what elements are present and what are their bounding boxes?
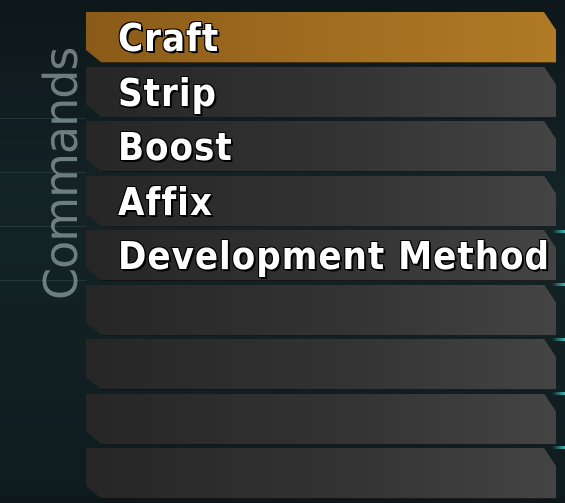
edge-glow-accent bbox=[552, 446, 565, 449]
menu-item-empty bbox=[86, 393, 556, 445]
menu-item-label: Strip bbox=[118, 70, 218, 115]
menu-item-label: Boost bbox=[118, 125, 233, 169]
edge-glow-accent bbox=[552, 283, 565, 286]
menu-item-craft[interactable]: Craft bbox=[86, 12, 556, 63]
menu-item-label: Development Method bbox=[118, 234, 551, 278]
menu-item-development-method[interactable]: Development Method bbox=[86, 230, 556, 281]
menu-item-strip[interactable]: Strip bbox=[86, 66, 556, 118]
command-menu: Craft Strip Boost Affix Development Meth… bbox=[86, 12, 556, 503]
commands-panel-title: Commands bbox=[34, 47, 88, 300]
edge-glow-accent bbox=[552, 338, 565, 341]
menu-item-boost[interactable]: Boost bbox=[86, 121, 556, 172]
menu-item-affix[interactable]: Affix bbox=[86, 175, 556, 227]
menu-item-empty bbox=[86, 339, 556, 390]
menu-item-label: Affix bbox=[118, 179, 213, 224]
menu-item-label: Craft bbox=[118, 16, 220, 60]
edge-glow-accent bbox=[552, 230, 565, 233]
menu-item-empty bbox=[86, 284, 556, 336]
edge-glow-accent bbox=[552, 392, 565, 395]
menu-item-empty bbox=[86, 448, 556, 499]
